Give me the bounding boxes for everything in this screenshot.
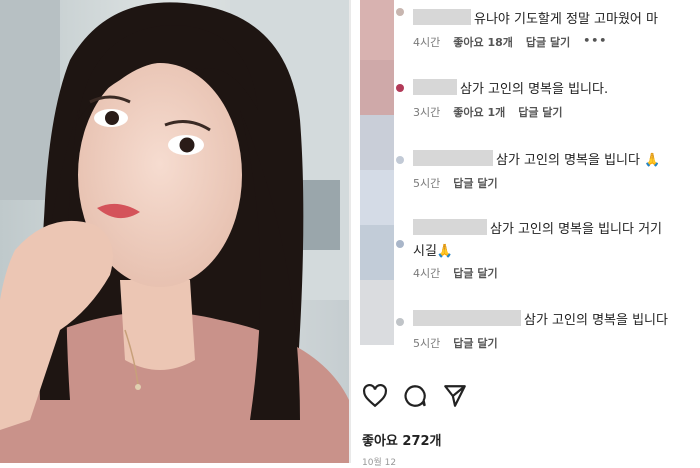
reply-button[interactable]: 답글 달기 xyxy=(453,335,497,351)
comment-item: 유나야 기도할게 정말 고마웠어 마 4시간 좋아요 18개 답글 달기 ••• xyxy=(413,8,700,50)
reply-button[interactable]: 답글 달기 xyxy=(518,104,562,120)
reply-button[interactable]: 답글 달기 xyxy=(526,34,570,50)
comment-text: 삼가 고인의 명복을 빕니다. xyxy=(460,81,609,97)
comment-likes[interactable]: 좋아요 18개 xyxy=(453,34,513,50)
blurred-username xyxy=(413,9,471,25)
comment-text-continued: 시길🙏 xyxy=(413,244,454,259)
blurred-avatars xyxy=(360,0,394,345)
likes-count[interactable]: 좋아요 272개 xyxy=(362,430,442,449)
avatar-badge xyxy=(396,8,404,16)
more-options-icon[interactable]: ••• xyxy=(583,34,607,50)
blurred-username xyxy=(413,310,521,326)
comment-text: 유나야 기도할게 정말 고마웠어 마 xyxy=(474,11,658,27)
comment-time: 5시간 xyxy=(413,177,441,190)
comment-time: 3시간 xyxy=(413,106,441,119)
comment-item: 삼가 고인의 명복을 빕니다 거기 시길🙏 4시간 답글 달기 xyxy=(413,218,700,281)
avatar-badge xyxy=(396,156,404,164)
comment-item: 삼가 고인의 명복을 빕니다 🙏 5시간 답글 달기 xyxy=(413,149,700,191)
reply-button[interactable]: 답글 달기 xyxy=(453,175,497,191)
comment-item: 삼가 고인의 명복을 빕니다. 3시간 좋아요 1개 답글 달기 xyxy=(413,78,700,120)
blurred-username xyxy=(413,219,487,235)
blurred-username xyxy=(413,79,457,95)
reply-button[interactable]: 답글 달기 xyxy=(453,265,497,281)
comment-text: 삼가 고인의 명복을 빕니다 🙏 xyxy=(496,152,661,168)
avatar-badge xyxy=(396,84,404,92)
heart-icon[interactable] xyxy=(362,383,388,409)
blurred-username xyxy=(413,150,493,166)
avatar-badge xyxy=(396,240,404,248)
comment-time: 4시간 xyxy=(413,36,441,49)
post-actions xyxy=(362,383,468,409)
comment-item: 삼가 고인의 명복을 빕니다 5시간 답글 달기 xyxy=(413,309,700,351)
comment-likes[interactable]: 좋아요 1개 xyxy=(453,104,505,120)
post-date: 10월 12 xyxy=(362,458,397,468)
avatar-badge xyxy=(396,318,404,326)
comment-text: 삼가 고인의 명복을 빕니다 xyxy=(524,312,668,328)
comment-time: 4시간 xyxy=(413,267,441,280)
comment-icon[interactable] xyxy=(402,383,428,409)
post-photo xyxy=(0,0,349,463)
comment-time: 5시간 xyxy=(413,337,441,350)
comment-text: 삼가 고인의 명복을 빕니다 거기 xyxy=(490,221,663,237)
send-icon[interactable] xyxy=(442,383,468,409)
